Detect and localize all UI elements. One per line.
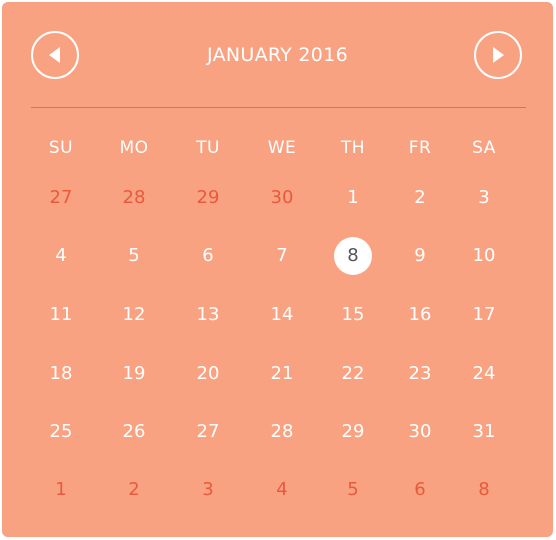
prev-month-button[interactable] — [31, 31, 79, 79]
day-cell[interactable]: 25 — [42, 413, 80, 451]
weekday-tu: TU — [196, 138, 220, 158]
day-cell[interactable]: 4 — [42, 237, 80, 275]
day-cell-other-month[interactable]: 5 — [334, 471, 372, 509]
day-cell[interactable]: 1 — [334, 179, 372, 217]
weekday-fr: FR — [408, 138, 432, 158]
day-cell-other-month[interactable]: 29 — [189, 179, 227, 217]
header-divider — [31, 107, 526, 108]
weekday-we: WE — [267, 138, 297, 158]
triangle-right-icon — [493, 47, 504, 63]
day-cell[interactable]: 12 — [115, 296, 153, 334]
next-month-button[interactable] — [474, 31, 522, 79]
day-cell[interactable]: 3 — [465, 179, 503, 217]
day-cell-other-month[interactable]: 1 — [42, 471, 80, 509]
day-cell[interactable]: 15 — [334, 296, 372, 334]
day-cell[interactable]: 19 — [115, 355, 153, 393]
day-cell[interactable]: 7 — [263, 237, 301, 275]
month-title: JANUARY 2016 — [207, 44, 348, 66]
day-cell[interactable]: 21 — [263, 355, 301, 393]
day-cell[interactable]: 2 — [401, 179, 439, 217]
day-cell-other-month[interactable]: 27 — [42, 179, 80, 217]
day-cell[interactable]: 5 — [115, 237, 153, 275]
day-cell[interactable]: 13 — [189, 296, 227, 334]
day-cell[interactable]: 27 — [189, 413, 227, 451]
day-cell-other-month[interactable]: 28 — [115, 179, 153, 217]
calendar-widget: JANUARY 2016 SU MO TU WE TH FR SA 27 28 29 30 1 2 3 4… — [2, 2, 553, 537]
weekday-sa: SA — [472, 138, 496, 158]
day-cell[interactable]: 9 — [401, 237, 439, 275]
day-cell-other-month[interactable]: 2 — [115, 471, 153, 509]
day-cell[interactable]: 20 — [189, 355, 227, 393]
day-cell[interactable]: 17 — [465, 296, 503, 334]
day-cell-other-month[interactable]: 30 — [263, 179, 301, 217]
day-cell[interactable]: 10 — [465, 237, 503, 275]
day-cell[interactable]: 6 — [189, 237, 227, 275]
day-cell[interactable]: 11 — [42, 296, 80, 334]
day-cell[interactable]: 14 — [263, 296, 301, 334]
day-cell[interactable]: 26 — [115, 413, 153, 451]
weekday-mo: MO — [119, 138, 149, 158]
day-cell[interactable]: 18 — [42, 355, 80, 393]
day-cell-other-month[interactable]: 6 — [401, 471, 439, 509]
weekday-th: TH — [340, 138, 366, 158]
day-cell[interactable]: 31 — [465, 413, 503, 451]
day-cell-selected[interactable]: 8 — [334, 237, 372, 275]
day-cell[interactable]: 24 — [465, 355, 503, 393]
day-cell-other-month[interactable]: 4 — [263, 471, 301, 509]
triangle-left-icon — [49, 47, 60, 63]
day-cell[interactable]: 28 — [263, 413, 301, 451]
day-cell-other-month[interactable]: 3 — [189, 471, 227, 509]
weekday-su: SU — [48, 138, 74, 158]
day-cell[interactable]: 30 — [401, 413, 439, 451]
day-cell[interactable]: 29 — [334, 413, 372, 451]
day-cell[interactable]: 23 — [401, 355, 439, 393]
day-cell[interactable]: 16 — [401, 296, 439, 334]
day-cell[interactable]: 22 — [334, 355, 372, 393]
day-cell-other-month[interactable]: 8 — [465, 471, 503, 509]
